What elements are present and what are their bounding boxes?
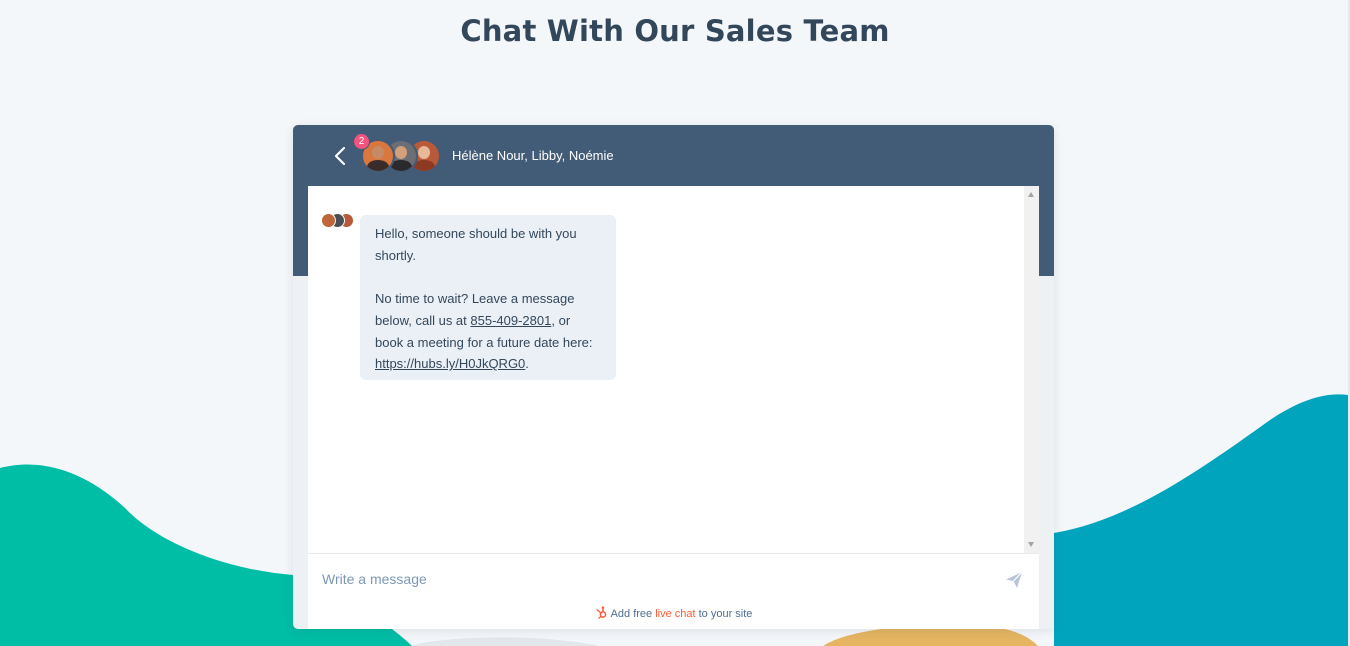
- message-input[interactable]: [322, 568, 982, 590]
- chat-messages: Hello, someone should be with you shortl…: [308, 186, 1039, 553]
- blue-wave: [1054, 394, 1348, 646]
- back-button[interactable]: [329, 144, 351, 168]
- phone-link[interactable]: 855-409-2801: [470, 313, 551, 328]
- chevron-left-icon: [334, 146, 346, 166]
- unread-badge: 2: [353, 133, 370, 150]
- hubspot-sprocket-icon: [595, 606, 606, 619]
- message-avatars: [321, 213, 357, 228]
- message-composer: Add free live chat to your site: [308, 553, 1039, 629]
- message-bubble: Hello, someone should be with you shortl…: [360, 215, 616, 380]
- send-button[interactable]: [1005, 571, 1023, 589]
- branding-suffix: to your site: [695, 608, 753, 620]
- teal-wave: [0, 464, 293, 646]
- message-text: Hello, someone should be with you shortl…: [375, 226, 577, 263]
- message-text: No time to wait? Leave a message below, …: [375, 291, 593, 372]
- paper-plane-icon: [1006, 571, 1023, 588]
- avatar: [321, 213, 336, 228]
- chat-header: 2 Hélène Nour, Libby, Noémie: [293, 125, 1054, 186]
- agents-names: Hélène Nour, Libby, Noémie: [452, 148, 614, 163]
- scroll-up-arrow-icon[interactable]: [1028, 192, 1034, 197]
- grey-shadow: [412, 637, 600, 646]
- chat-widget: 2 Hélène Nour, Libby, Noémie Hello, some…: [293, 125, 1054, 629]
- scroll-down-arrow-icon[interactable]: [1028, 542, 1034, 547]
- branding-link[interactable]: Add free live chat to your site: [308, 606, 1039, 620]
- meeting-link[interactable]: https://hubs.ly/H0JkQRG0: [375, 356, 525, 371]
- branding-prefix: Add free: [610, 608, 656, 620]
- agent-avatars: 2: [353, 133, 445, 173]
- branding-highlight: live chat: [655, 608, 696, 620]
- scrollbar[interactable]: [1024, 186, 1039, 553]
- page-title: Chat With Our Sales Team: [460, 14, 890, 48]
